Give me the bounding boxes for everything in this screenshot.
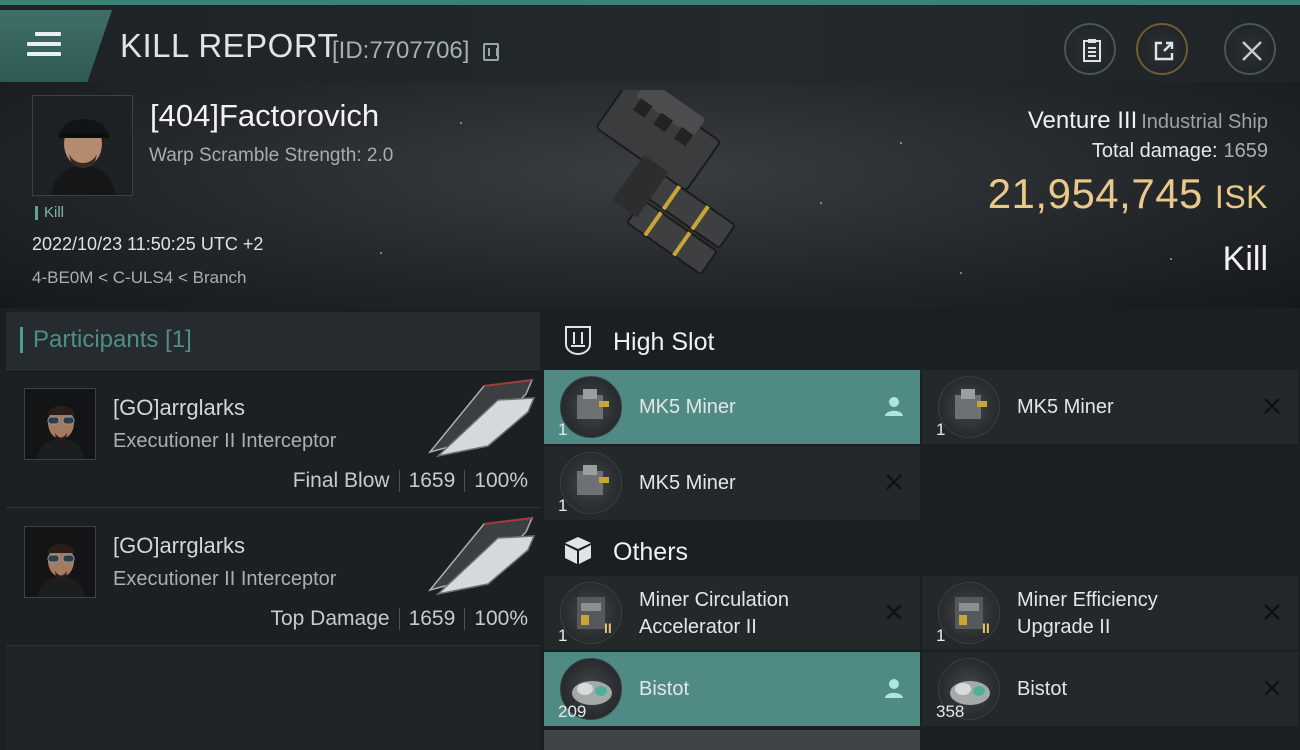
fitting-item[interactable]: 1 MK5 Miner bbox=[544, 446, 920, 520]
module-icon bbox=[560, 582, 622, 644]
participant-ship-image[interactable] bbox=[424, 514, 538, 598]
others-header: Others bbox=[544, 520, 1300, 580]
item-quantity: 1 bbox=[558, 496, 568, 515]
participant-damage: 1659 bbox=[408, 607, 456, 630]
share-icon bbox=[1154, 41, 1174, 61]
high-slot-icon bbox=[565, 326, 591, 356]
item-name: Miner Efficiency Upgrade II bbox=[1017, 589, 1158, 638]
total-damage: Total damage: 1659 bbox=[1091, 140, 1269, 162]
participant-stats: Top Damage 1659 100% bbox=[270, 607, 528, 631]
fitting-item[interactable]: 209 Bistot bbox=[544, 652, 920, 726]
participant-ship: Executioner II Interceptor bbox=[113, 430, 337, 452]
item-quantity: 358 bbox=[936, 702, 965, 721]
copy-icon[interactable] bbox=[483, 43, 499, 61]
ship-class: Industrial Ship bbox=[1141, 111, 1268, 133]
kill-tag: Kill bbox=[35, 205, 64, 220]
participant-damage: 1659 bbox=[408, 469, 456, 492]
close-icon[interactable] bbox=[882, 600, 906, 624]
close-icon bbox=[1242, 41, 1262, 61]
fittings-panel: High Slot 1 MK5 Miner 1 MK5 Miner 1 MK5 … bbox=[544, 308, 1300, 750]
item-quantity: 209 bbox=[558, 702, 587, 721]
fitting-item[interactable]: II 1 Miner Circulation Accelerator II bbox=[544, 576, 920, 650]
close-icon[interactable] bbox=[1260, 394, 1284, 418]
kill-location[interactable]: 4-BE0M < C-ULS4 < Branch bbox=[32, 268, 246, 288]
isk-unit: ISK bbox=[1214, 179, 1268, 215]
participant-row[interactable]: [GO]arrglarks Executioner II Interceptor… bbox=[6, 508, 540, 646]
participants-label: Participants [1] bbox=[20, 327, 192, 353]
participants-header: Participants [1] bbox=[6, 312, 540, 370]
kill-datetime: 2022/10/23 11:50:25 UTC +2 bbox=[32, 234, 264, 254]
fitting-item[interactable]: 358 Bistot bbox=[922, 652, 1298, 726]
close-icon[interactable] bbox=[882, 470, 906, 494]
page-title: KILL REPORT bbox=[120, 27, 339, 64]
participant-ship-image[interactable] bbox=[424, 376, 538, 460]
participant-row[interactable]: [GO]arrglarks Executioner II Interceptor… bbox=[6, 370, 540, 508]
item-name: Miner Circulation Accelerator II bbox=[639, 589, 790, 638]
isk-value: 21,954,745 ISK bbox=[987, 170, 1268, 217]
item-quantity: 1 bbox=[936, 626, 946, 645]
participants-panel: Participants [1] [GO]arrglarks Execution… bbox=[6, 312, 540, 750]
person-icon[interactable] bbox=[882, 394, 906, 418]
victim-ship-image[interactable] bbox=[530, 90, 775, 295]
kill-result: Kill bbox=[1222, 240, 1268, 278]
high-slot-header: High Slot bbox=[544, 310, 1300, 370]
mining-laser-icon bbox=[938, 376, 1000, 438]
total-damage-value: 1659 bbox=[1223, 140, 1269, 162]
person-icon[interactable] bbox=[882, 676, 906, 700]
participant-role: Final Blow bbox=[292, 469, 390, 492]
item-quantity: 1 bbox=[936, 420, 946, 439]
share-button[interactable] bbox=[1136, 23, 1188, 75]
participant-avatar[interactable] bbox=[24, 526, 96, 598]
warp-scramble-strength: Warp Scramble Strength: 2.0 bbox=[149, 145, 394, 166]
close-icon[interactable] bbox=[1260, 600, 1284, 624]
mining-laser-icon bbox=[560, 376, 622, 438]
participant-percent: 100% bbox=[474, 607, 528, 630]
clipboard-icon bbox=[1083, 39, 1101, 62]
item-name: MK5 Miner bbox=[1017, 396, 1114, 418]
victim-name[interactable]: [404]Factorovich bbox=[150, 98, 379, 134]
fitting-item[interactable]: II 1 Miner Efficiency Upgrade II bbox=[922, 576, 1298, 650]
participant-ship: Executioner II Interceptor bbox=[113, 568, 337, 590]
mining-laser-icon bbox=[560, 452, 622, 514]
participant-name[interactable]: [GO]arrglarks bbox=[113, 395, 245, 421]
item-quantity: 1 bbox=[558, 420, 568, 439]
cube-icon bbox=[565, 537, 591, 564]
participant-role: Top Damage bbox=[270, 607, 390, 630]
tier-badge: II bbox=[604, 620, 612, 636]
participant-stats: Final Blow 1659 100% bbox=[293, 469, 528, 493]
menu-button[interactable] bbox=[0, 10, 112, 82]
fitting-item[interactable]: 1 MK5 Miner bbox=[922, 370, 1298, 444]
item-quantity: 1 bbox=[558, 626, 568, 645]
item-name: Bistot bbox=[1017, 678, 1068, 700]
report-id: [ID:7707706] bbox=[332, 37, 470, 64]
participant-avatar[interactable] bbox=[24, 388, 96, 460]
menu-icon bbox=[27, 32, 61, 62]
participant-name[interactable]: [GO]arrglarks bbox=[113, 533, 245, 559]
item-name: Bistot bbox=[639, 678, 690, 700]
fitting-item[interactable]: 1 MK5 Miner bbox=[544, 370, 920, 444]
participant-percent: 100% bbox=[474, 469, 528, 492]
module-icon bbox=[938, 582, 1000, 644]
close-icon[interactable] bbox=[1260, 676, 1284, 700]
item-name: MK5 Miner bbox=[639, 472, 736, 494]
top-bar: KILL REPORT [ID:7707706] bbox=[0, 0, 1300, 82]
report-button[interactable] bbox=[1064, 23, 1116, 75]
victim-avatar[interactable] bbox=[32, 95, 133, 196]
victim-header: [404]Factorovich Warp Scramble Strength:… bbox=[0, 82, 1300, 308]
others-label: Others bbox=[613, 538, 689, 566]
tier-badge: II bbox=[982, 620, 990, 636]
fitting-item-partial[interactable] bbox=[544, 730, 920, 750]
item-name: MK5 Miner bbox=[639, 396, 736, 418]
high-slot-label: High Slot bbox=[613, 328, 715, 356]
ship-name[interactable]: Venture III Industrial Ship bbox=[1028, 107, 1268, 135]
close-button[interactable] bbox=[1224, 23, 1276, 75]
